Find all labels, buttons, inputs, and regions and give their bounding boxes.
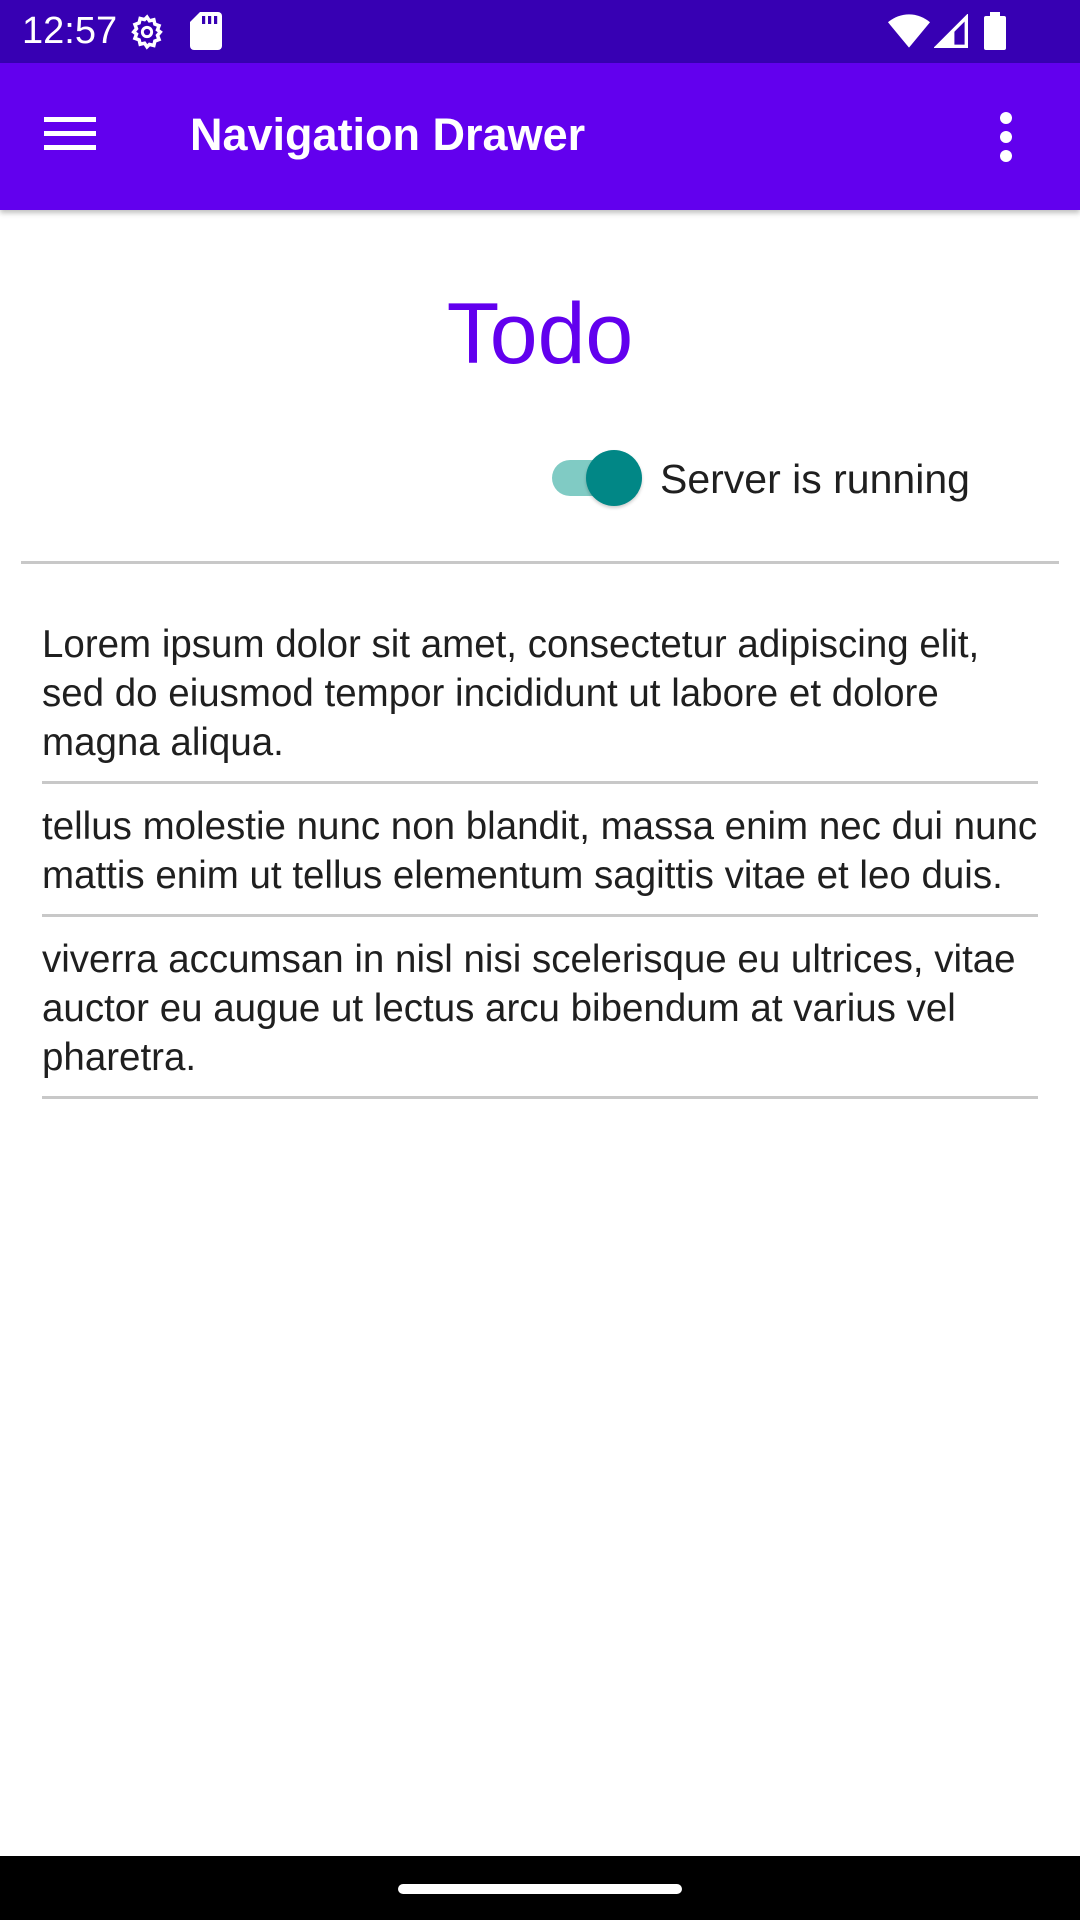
menu-button[interactable] [44, 113, 104, 159]
todo-item[interactable]: viverra accumsan in nisl nisi scelerisqu… [42, 935, 1038, 1099]
settings-icon [126, 11, 168, 58]
server-switch-label[interactable]: Server is running [660, 453, 970, 505]
app-bar: Navigation Drawer [0, 63, 1080, 210]
sd-card-icon [190, 12, 222, 55]
more-vert-icon [1000, 112, 1012, 162]
divider [21, 561, 1059, 564]
cell-signal-icon [933, 13, 968, 53]
todo-list: Lorem ipsum dolor sit amet, consectetur … [42, 620, 1038, 1117]
status-time: 12:57 [22, 10, 118, 52]
wifi-icon [888, 14, 930, 53]
screen: 12:57 Navigation Drawer Todo Server is r… [0, 0, 1080, 1920]
overflow-menu-button[interactable] [988, 111, 1024, 163]
todo-item[interactable]: tellus molestie nunc non blandit, massa … [42, 802, 1038, 917]
home-gesture-handle[interactable] [398, 1884, 682, 1894]
menu-icon [44, 117, 96, 150]
server-switch[interactable] [552, 450, 644, 506]
page-title: Todo [446, 286, 634, 382]
app-bar-title: Navigation Drawer [190, 109, 586, 160]
todo-item[interactable]: Lorem ipsum dolor sit amet, consectetur … [42, 620, 1038, 784]
system-navigation-bar [0, 1856, 1080, 1920]
battery-icon [984, 12, 1006, 55]
status-bar: 12:57 [0, 0, 1080, 63]
switch-thumb [586, 450, 642, 506]
